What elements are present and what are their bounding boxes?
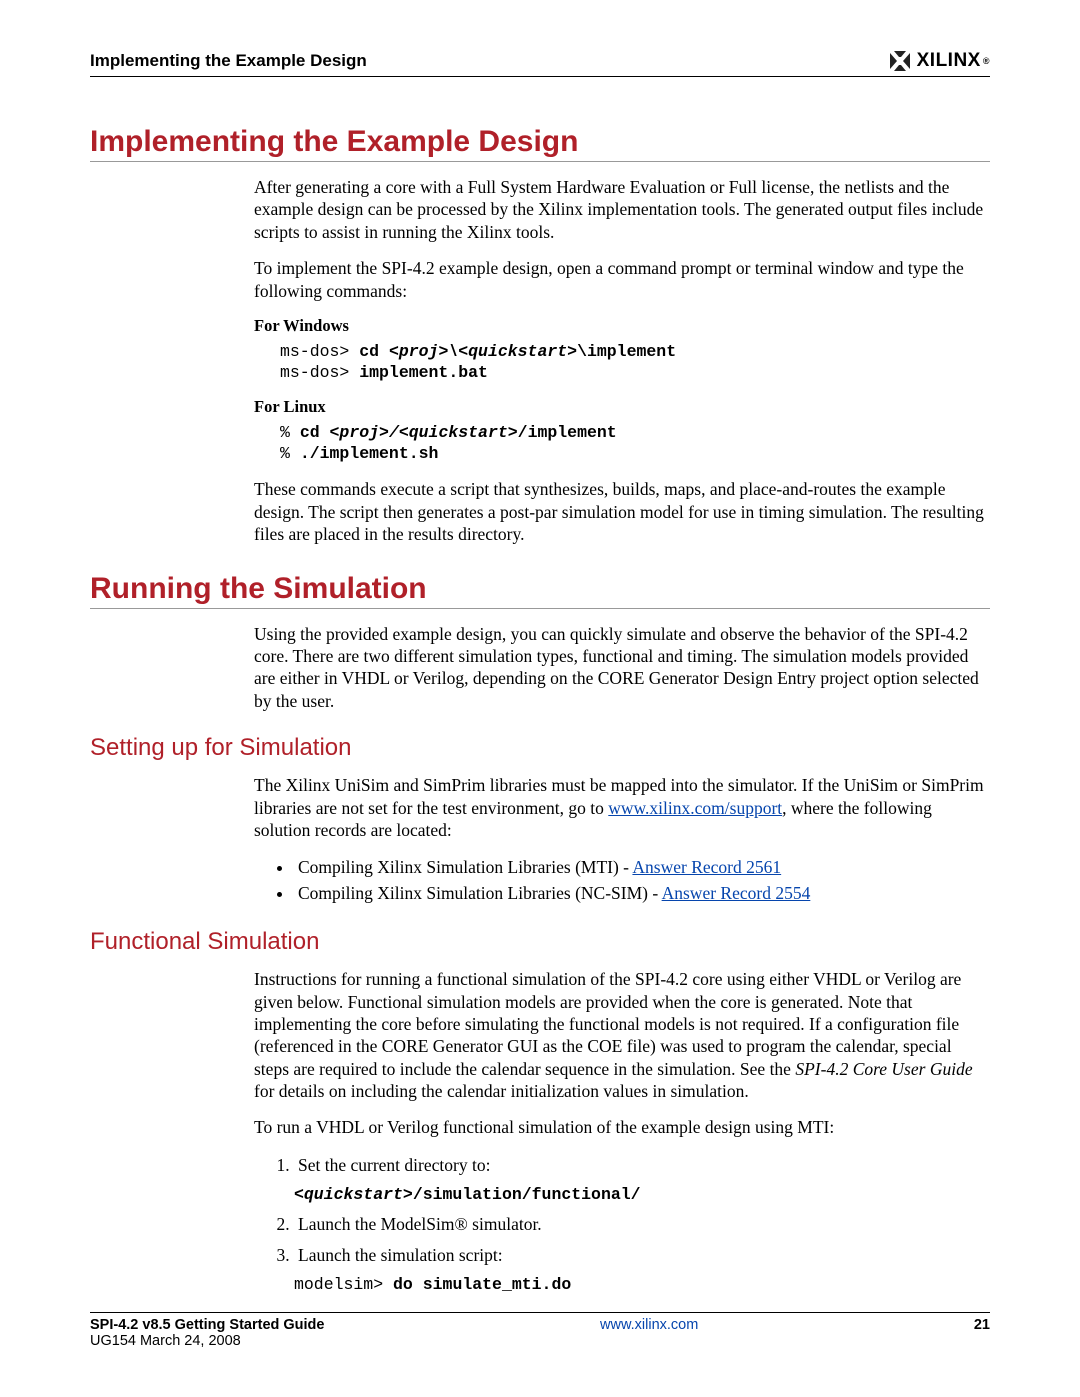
list-item: Launch the ModelSim® simulator. bbox=[294, 1212, 990, 1237]
running-p1: Using the provided example design, you c… bbox=[254, 623, 990, 713]
user-guide-reference: SPI-4.2 Core User Guide bbox=[795, 1059, 972, 1079]
windows-code-block: ms-dos> cd <proj>\<quickstart>\implement… bbox=[280, 342, 990, 383]
page-header: Implementing the Example Design XILINX ® bbox=[90, 50, 990, 77]
footer-doc-date: UG154 March 24, 2008 bbox=[90, 1333, 324, 1349]
for-windows-label: For Windows bbox=[254, 316, 990, 336]
registered-mark: ® bbox=[983, 56, 990, 66]
xilinx-logo: XILINX ® bbox=[889, 50, 990, 72]
footer-url-link[interactable]: www.xilinx.com bbox=[600, 1317, 698, 1333]
list-item: Compiling Xilinx Simulation Libraries (M… bbox=[294, 855, 990, 880]
functional-p2: To run a VHDL or Verilog functional simu… bbox=[254, 1116, 990, 1138]
answer-record-2554-link[interactable]: Answer Record 2554 bbox=[662, 883, 811, 903]
solution-records-list: Compiling Xilinx Simulation Libraries (M… bbox=[294, 855, 990, 906]
list-item: Launch the simulation script: modelsim> … bbox=[294, 1243, 990, 1297]
for-linux-label: For Linux bbox=[254, 397, 990, 417]
list-item: Set the current directory to: <quickstar… bbox=[294, 1153, 990, 1207]
section-running-title: Running the Simulation bbox=[90, 572, 990, 609]
page-number: 21 bbox=[974, 1317, 990, 1333]
subsection-setup-title: Setting up for Simulation bbox=[90, 734, 990, 762]
setup-p1: The Xilinx UniSim and SimPrim libraries … bbox=[254, 774, 990, 841]
section-implementing-title: Implementing the Example Design bbox=[90, 125, 990, 162]
page-footer: SPI-4.2 v8.5 Getting Started Guide UG154… bbox=[90, 1312, 990, 1349]
implementing-p3: These commands execute a script that syn… bbox=[254, 478, 990, 545]
answer-record-2561-link[interactable]: Answer Record 2561 bbox=[632, 857, 781, 877]
implementing-p1: After generating a core with a Full Syst… bbox=[254, 176, 990, 243]
linux-code-block: % cd <proj>/<quickstart>/implement % ./i… bbox=[280, 423, 990, 464]
xilinx-logo-icon bbox=[889, 51, 911, 71]
support-link[interactable]: www.xilinx.com/support bbox=[608, 798, 782, 818]
subsection-functional-title: Functional Simulation bbox=[90, 928, 990, 956]
implementing-p2: To implement the SPI-4.2 example design,… bbox=[254, 257, 990, 302]
running-header-title: Implementing the Example Design bbox=[90, 51, 367, 71]
functional-steps-list: Set the current directory to: <quickstar… bbox=[294, 1153, 990, 1297]
footer-doc-title: SPI-4.2 v8.5 Getting Started Guide bbox=[90, 1317, 324, 1333]
list-item: Compiling Xilinx Simulation Libraries (N… bbox=[294, 881, 990, 906]
functional-p1: Instructions for running a functional si… bbox=[254, 968, 990, 1102]
xilinx-logo-text: XILINX bbox=[917, 50, 981, 72]
